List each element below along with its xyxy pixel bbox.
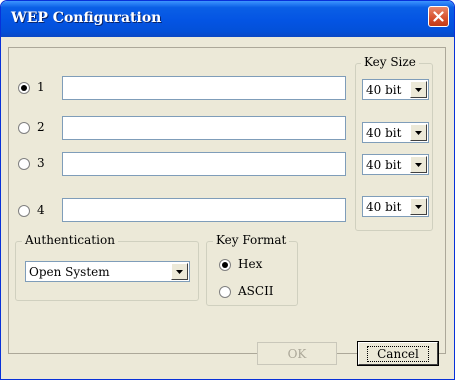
key-2-input[interactable] xyxy=(62,116,346,140)
key-1-size-select[interactable]: 40 bit xyxy=(362,79,429,100)
window-title: WEP Configuration xyxy=(11,10,162,26)
key-4-input[interactable] xyxy=(62,198,346,222)
chevron-down-icon xyxy=(415,130,422,135)
key-2-label: 2 xyxy=(37,120,45,134)
key-2-size-value: 40 bit xyxy=(366,126,402,140)
key-2-size-dropdown-button[interactable] xyxy=(410,124,427,141)
key-3-label: 3 xyxy=(37,156,45,170)
authentication-select[interactable]: Open System xyxy=(25,261,190,282)
key-3-size-select[interactable]: 40 bit xyxy=(362,154,429,175)
key-3-size-dropdown-button[interactable] xyxy=(410,156,427,173)
ok-button[interactable]: OK xyxy=(257,342,337,365)
key-4-label: 4 xyxy=(37,203,45,217)
key-3-input[interactable] xyxy=(62,152,346,176)
hex-label: Hex xyxy=(238,257,263,271)
key-4-size-select[interactable]: 40 bit xyxy=(362,196,429,217)
key-1-label: 1 xyxy=(37,80,45,94)
key-2-size-select[interactable]: 40 bit xyxy=(362,122,429,143)
ascii-label: ASCII xyxy=(238,284,274,298)
chevron-down-icon xyxy=(415,87,422,92)
title-bar[interactable]: WEP Configuration xyxy=(1,1,454,37)
hex-radio[interactable] xyxy=(219,259,231,271)
key-4-radio[interactable] xyxy=(18,205,30,217)
wep-configuration-dialog: WEP Configuration Key Size 1 40 bit 2 40… xyxy=(0,0,455,380)
key-4-size-dropdown-button[interactable] xyxy=(410,198,427,215)
key-1-radio[interactable] xyxy=(18,82,30,94)
key-3-radio[interactable] xyxy=(18,158,30,170)
close-button[interactable] xyxy=(428,6,449,27)
chevron-down-icon xyxy=(415,162,422,167)
key-4-size-value: 40 bit xyxy=(366,200,402,214)
ok-button-label: OK xyxy=(287,346,307,361)
authentication-value: Open System xyxy=(29,265,110,279)
key-1-size-dropdown-button[interactable] xyxy=(410,81,427,98)
cancel-button[interactable]: Cancel xyxy=(358,342,438,365)
close-icon xyxy=(433,11,444,22)
key-1-size-value: 40 bit xyxy=(366,83,402,97)
cancel-button-label: Cancel xyxy=(367,345,429,362)
key-1-input[interactable] xyxy=(62,76,346,100)
chevron-down-icon xyxy=(176,269,183,274)
authentication-dropdown-button[interactable] xyxy=(171,263,188,280)
ascii-radio[interactable] xyxy=(219,286,231,298)
key-3-size-value: 40 bit xyxy=(366,158,402,172)
authentication-legend: Authentication xyxy=(22,233,118,247)
key-format-legend: Key Format xyxy=(213,233,290,247)
key-2-radio[interactable] xyxy=(18,122,30,134)
key-size-legend: Key Size xyxy=(361,55,419,69)
chevron-down-icon xyxy=(415,204,422,209)
